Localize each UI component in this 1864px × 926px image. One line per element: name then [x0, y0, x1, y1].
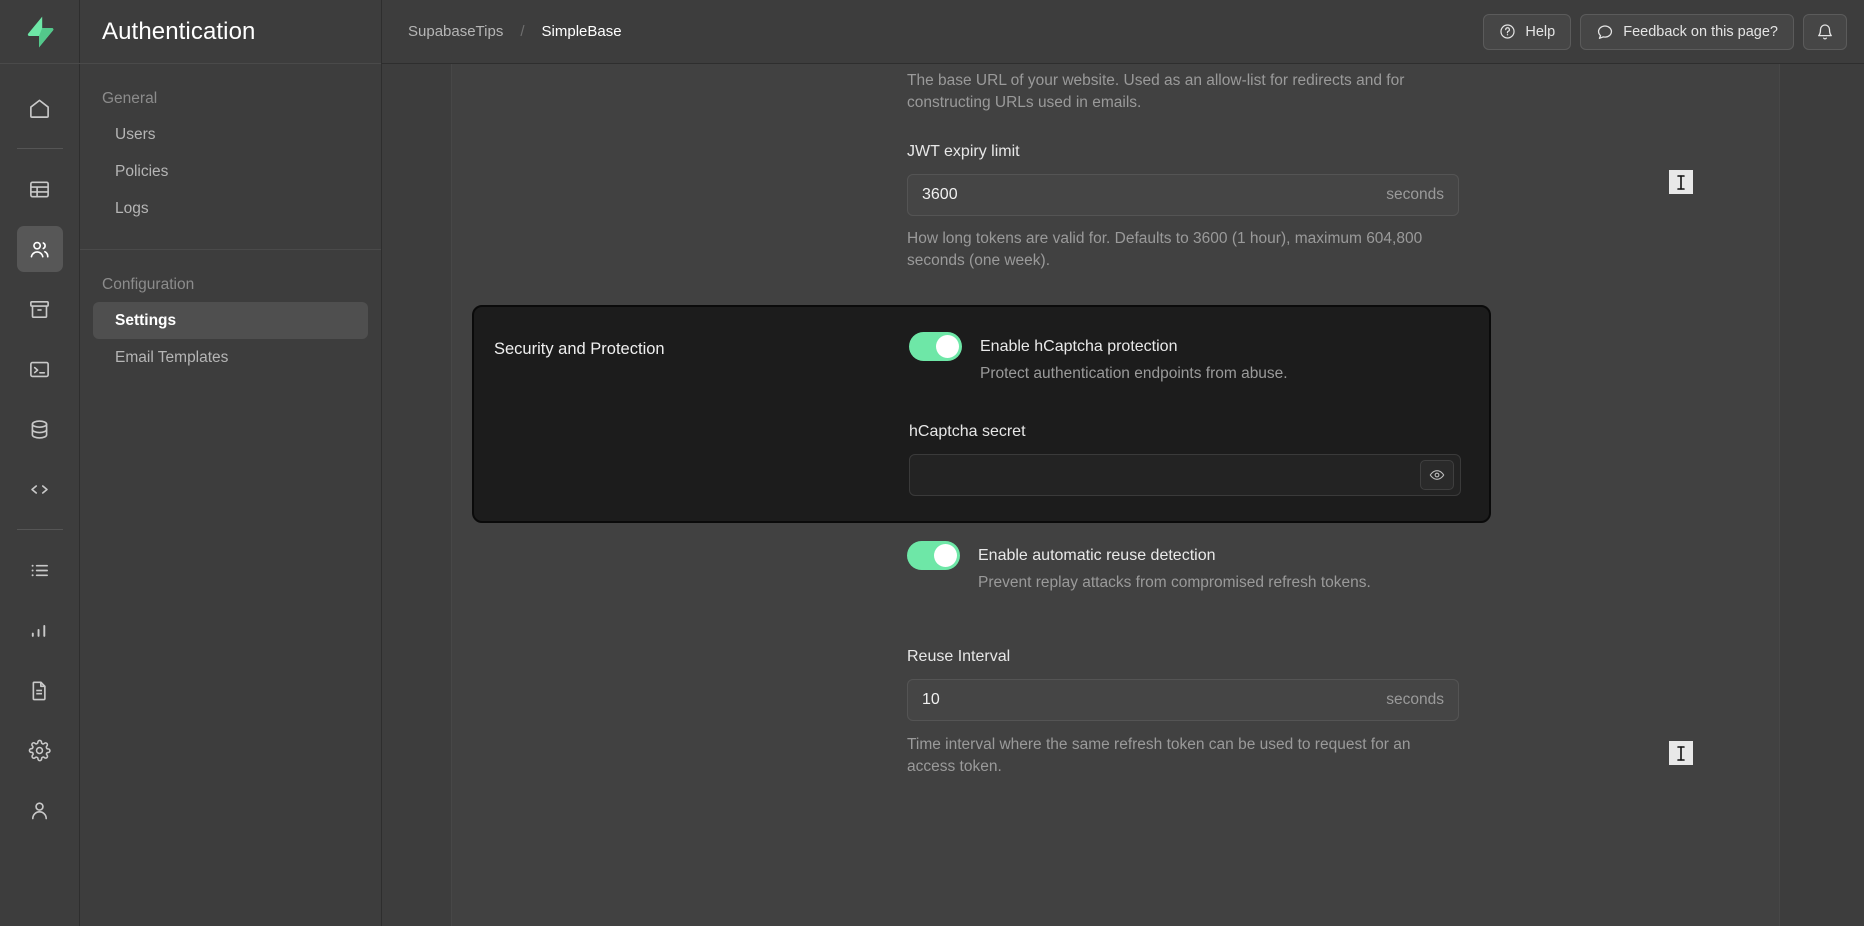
- list-icon: [28, 559, 51, 582]
- sidebar-item-settings[interactable]: Settings: [93, 302, 368, 339]
- supabase-logo[interactable]: [0, 0, 80, 64]
- product-sidebar: Authentication General Users Policies Lo…: [80, 0, 382, 926]
- site-url-helper-text: The base URL of your website. Used as an…: [907, 70, 1459, 114]
- rail-divider-1: [17, 148, 63, 149]
- settings-scroll-body[interactable]: The base URL of your website. Used as an…: [382, 64, 1864, 926]
- jwt-expiry-label: JWT expiry limit: [907, 141, 1459, 163]
- nav-group-label-configuration: Configuration: [80, 276, 381, 302]
- home-icon: [28, 97, 51, 120]
- reuse-interval-value: 10: [922, 691, 940, 709]
- reuse-detection-label: Enable automatic reuse detection: [978, 541, 1371, 570]
- hcaptcha-toggle-label: Enable hCaptcha protection: [980, 332, 1288, 361]
- rail-item-docs[interactable]: [17, 667, 63, 713]
- chat-bubble-icon: [1596, 23, 1614, 41]
- nav-group-configuration: Configuration Settings Email Templates: [80, 249, 381, 398]
- security-and-protection-title: Security and Protection: [494, 340, 665, 359]
- main-area: SupabaseTips / SimpleBase Help Feedback …: [382, 0, 1864, 926]
- hcaptcha-secret-input[interactable]: [909, 454, 1461, 496]
- sidebar-item-logs[interactable]: Logs: [93, 190, 368, 227]
- sidebar-item-email-templates[interactable]: Email Templates: [93, 339, 368, 376]
- reuse-detection-toggle-row: Enable automatic reuse detection Prevent…: [907, 541, 1459, 594]
- hcaptcha-toggle-row: Enable hCaptcha protection Protect authe…: [909, 332, 1461, 385]
- rail-divider-2: [17, 529, 63, 530]
- reuse-detection-description: Prevent replay attacks from compromised …: [978, 572, 1371, 594]
- rail-item-project-settings[interactable]: [17, 727, 63, 773]
- rail-item-sql-editor[interactable]: [17, 346, 63, 392]
- question-circle-icon: [1499, 23, 1516, 40]
- sidebar-header: Authentication: [80, 0, 381, 64]
- breadcrumb-org[interactable]: SupabaseTips: [408, 23, 503, 40]
- security-and-protection-card: Security and Protection Enable hCaptcha …: [472, 305, 1491, 523]
- hcaptcha-toggle[interactable]: [909, 332, 962, 361]
- storage-archive-icon: [28, 298, 51, 321]
- page-title: Authentication: [102, 18, 256, 46]
- database-icon: [28, 418, 51, 441]
- eye-icon[interactable]: [1420, 460, 1454, 490]
- rail-item-reports[interactable]: [17, 607, 63, 653]
- rail-item-account[interactable]: [17, 787, 63, 833]
- reuse-detection-toggle-knob: [934, 544, 957, 567]
- mouse-cursor-reuse: [1669, 741, 1693, 765]
- breadcrumb-project[interactable]: SimpleBase: [542, 23, 622, 40]
- reuse-detection-toggle[interactable]: [907, 541, 960, 570]
- jwt-expiry-helper-text: How long tokens are valid for. Defaults …: [907, 228, 1459, 272]
- document-icon: [28, 679, 51, 702]
- feedback-button[interactable]: Feedback on this page?: [1580, 14, 1794, 50]
- bar-chart-icon: [28, 619, 51, 642]
- mouse-cursor-jwt: [1669, 170, 1693, 194]
- content-right-gutter: [1780, 64, 1864, 926]
- api-code-icon: [28, 478, 51, 501]
- reuse-interval-helper-text: Time interval where the same refresh tok…: [907, 734, 1459, 778]
- rail-item-authentication[interactable]: [17, 226, 63, 272]
- feedback-button-label: Feedback on this page?: [1623, 24, 1778, 40]
- top-bar-actions: Help Feedback on this page?: [1483, 14, 1847, 50]
- hcaptcha-secret-label: hCaptcha secret: [909, 421, 1461, 443]
- rail-items: [17, 64, 63, 840]
- sql-terminal-icon: [28, 358, 51, 381]
- authentication-users-icon: [28, 238, 51, 261]
- sidebar-item-users[interactable]: Users: [93, 116, 368, 153]
- rail-item-database[interactable]: [17, 406, 63, 452]
- gear-icon: [28, 739, 51, 762]
- rail-item-home[interactable]: [17, 85, 63, 131]
- table-editor-icon: [28, 178, 51, 201]
- rail-item-storage[interactable]: [17, 286, 63, 332]
- hcaptcha-toggle-description: Protect authentication endpoints from ab…: [980, 363, 1288, 385]
- jwt-expiry-input[interactable]: 3600 seconds: [907, 174, 1459, 216]
- help-button-label: Help: [1525, 24, 1555, 40]
- jwt-expiry-value: 3600: [922, 186, 958, 204]
- notifications-button[interactable]: [1803, 14, 1847, 50]
- top-bar: SupabaseTips / SimpleBase Help Feedback …: [382, 0, 1864, 64]
- bell-icon: [1816, 23, 1834, 41]
- help-button[interactable]: Help: [1483, 14, 1571, 50]
- sidebar-item-policies[interactable]: Policies: [93, 153, 368, 190]
- reuse-interval-label: Reuse Interval: [907, 646, 1459, 668]
- reuse-interval-input[interactable]: 10 seconds: [907, 679, 1459, 721]
- rail-item-api[interactable]: [17, 466, 63, 512]
- content-left-gutter: [382, 64, 452, 926]
- nav-group-general: General Users Policies Logs: [80, 64, 381, 249]
- user-icon: [28, 799, 51, 822]
- breadcrumb-separator: /: [503, 23, 541, 40]
- rail-item-logs[interactable]: [17, 547, 63, 593]
- settings-content-panel: The base URL of your website. Used as an…: [452, 64, 1780, 926]
- hcaptcha-toggle-knob: [936, 335, 959, 358]
- icon-rail: [0, 0, 80, 926]
- app-root: Authentication General Users Policies Lo…: [0, 0, 1864, 926]
- rail-item-table-editor[interactable]: [17, 166, 63, 212]
- jwt-expiry-suffix: seconds: [1386, 186, 1444, 204]
- breadcrumb: SupabaseTips / SimpleBase: [382, 23, 622, 40]
- nav-group-label-general: General: [80, 90, 381, 116]
- reuse-interval-suffix: seconds: [1386, 691, 1444, 709]
